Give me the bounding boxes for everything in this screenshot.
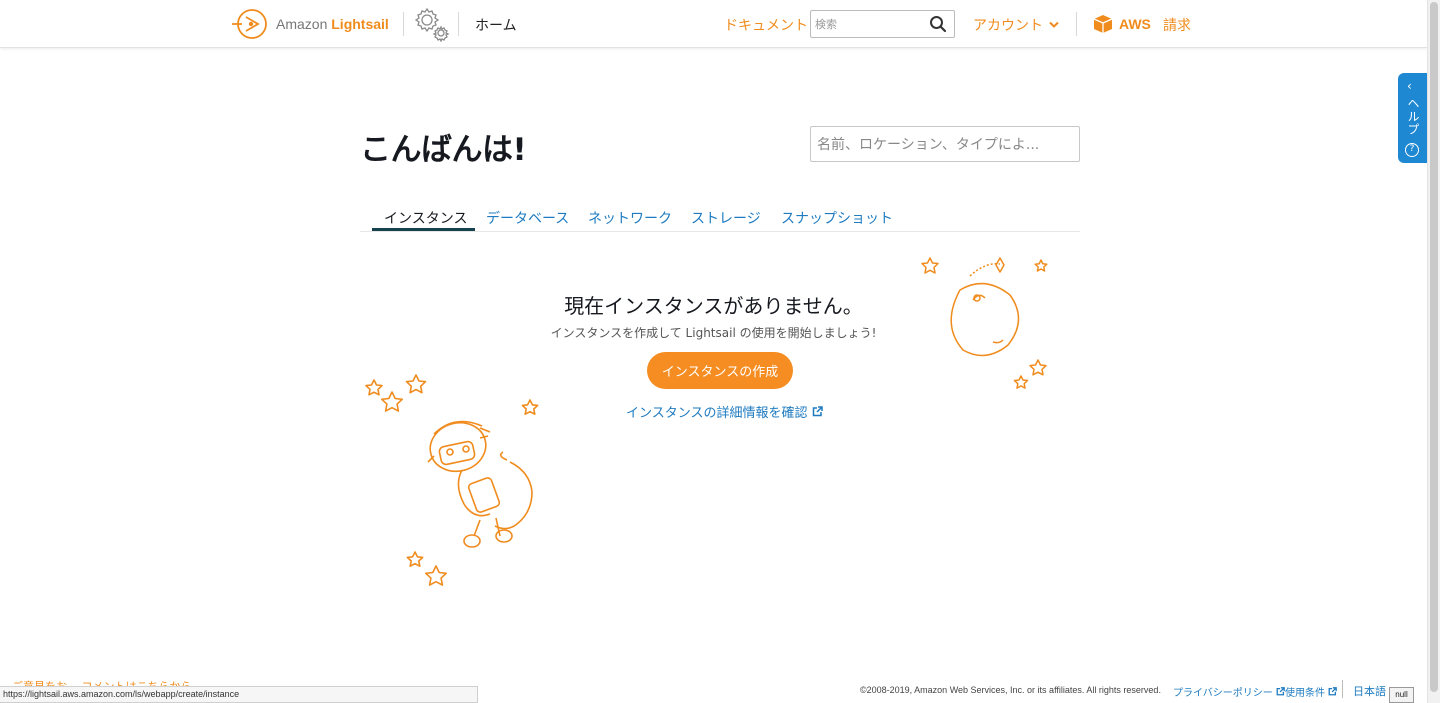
lightsail-logo[interactable]: Amazon Lightsail <box>232 7 389 41</box>
scrollbar-thumb[interactable] <box>1430 2 1438 692</box>
help-tab-label: ヘルプ <box>1406 97 1420 136</box>
terms-of-use-link[interactable]: 使用条件 <box>1285 684 1337 699</box>
tab-networking[interactable]: ネットワーク <box>588 208 672 228</box>
terms-of-use-label: 使用条件 <box>1285 688 1325 699</box>
chevron-down-icon <box>1049 21 1059 28</box>
tab-databases[interactable]: データベース <box>486 208 569 228</box>
vertical-scrollbar[interactable] <box>1427 0 1440 703</box>
copyright-text: ©2008-2019, Amazon Web Services, Inc. or… <box>860 685 1161 695</box>
resource-filter[interactable] <box>810 126 1080 162</box>
tab-snapshots[interactable]: スナップショット <box>781 208 893 228</box>
aws-cube-icon <box>1093 15 1113 33</box>
header-divider <box>458 12 459 36</box>
search-icon[interactable] <box>929 15 947 33</box>
robot-illustration-icon <box>365 374 539 586</box>
home-link[interactable]: ホーム <box>475 15 517 35</box>
header-search-input[interactable] <box>815 15 925 33</box>
aws-console-link[interactable]: AWS <box>1092 13 1151 35</box>
null-indicator: null <box>1389 687 1414 703</box>
empty-state-title: 現在インスタンスがありません。 <box>564 294 863 318</box>
chevron-left-icon: ‹ <box>1407 79 1412 93</box>
billing-link[interactable]: 請求 <box>1163 15 1191 35</box>
privacy-policy-label: プライバシーポリシー <box>1173 688 1273 699</box>
help-side-tab[interactable]: ‹ ヘルプ ? <box>1398 73 1427 163</box>
privacy-policy-link[interactable]: プライバシーポリシー <box>1173 684 1285 699</box>
external-link-icon <box>1328 687 1337 696</box>
page-greeting: こんばんは! <box>360 132 527 168</box>
learn-more-label: インスタンスの詳細情報を確認 <box>626 406 808 421</box>
account-menu[interactable]: アカウント <box>973 15 1059 35</box>
account-label: アカウント <box>973 18 1043 34</box>
active-tab-indicator <box>372 228 475 231</box>
top-navigation-bar: Amazon Lightsail ホーム ドキュメント アカウント AWS 請求 <box>0 0 1427 48</box>
external-link-icon <box>813 406 824 417</box>
logo-text: Amazon Lightsail <box>276 16 389 32</box>
aws-label: AWS <box>1119 16 1151 32</box>
external-link-icon <box>1276 687 1285 696</box>
question-icon: ? <box>1405 143 1419 157</box>
browser-status-url: https://lightsail.aws.amazon.com/ls/weba… <box>0 686 478 703</box>
header-divider <box>403 12 404 36</box>
header-divider <box>1076 12 1077 36</box>
resource-filter-input[interactable] <box>817 135 1072 155</box>
footer-divider <box>1342 680 1343 698</box>
header-search[interactable] <box>810 10 955 38</box>
tab-instances[interactable]: インスタンス <box>384 208 467 228</box>
learn-more-link[interactable]: インスタンスの詳細情報を確認 <box>626 402 824 421</box>
lightsail-logo-icon <box>232 9 267 39</box>
settings-gear-icon[interactable] <box>412 6 452 42</box>
tab-storage[interactable]: ストレージ <box>691 208 761 228</box>
language-selector[interactable]: 日本語 <box>1353 683 1386 699</box>
planet-illustration-icon <box>921 257 1048 389</box>
create-instance-button[interactable]: インスタンスの作成 <box>647 352 793 389</box>
documentation-link[interactable]: ドキュメント <box>724 15 808 35</box>
empty-state-subtitle: インスタンスを作成して Lightsail の使用を開始しましょう! <box>550 326 877 340</box>
